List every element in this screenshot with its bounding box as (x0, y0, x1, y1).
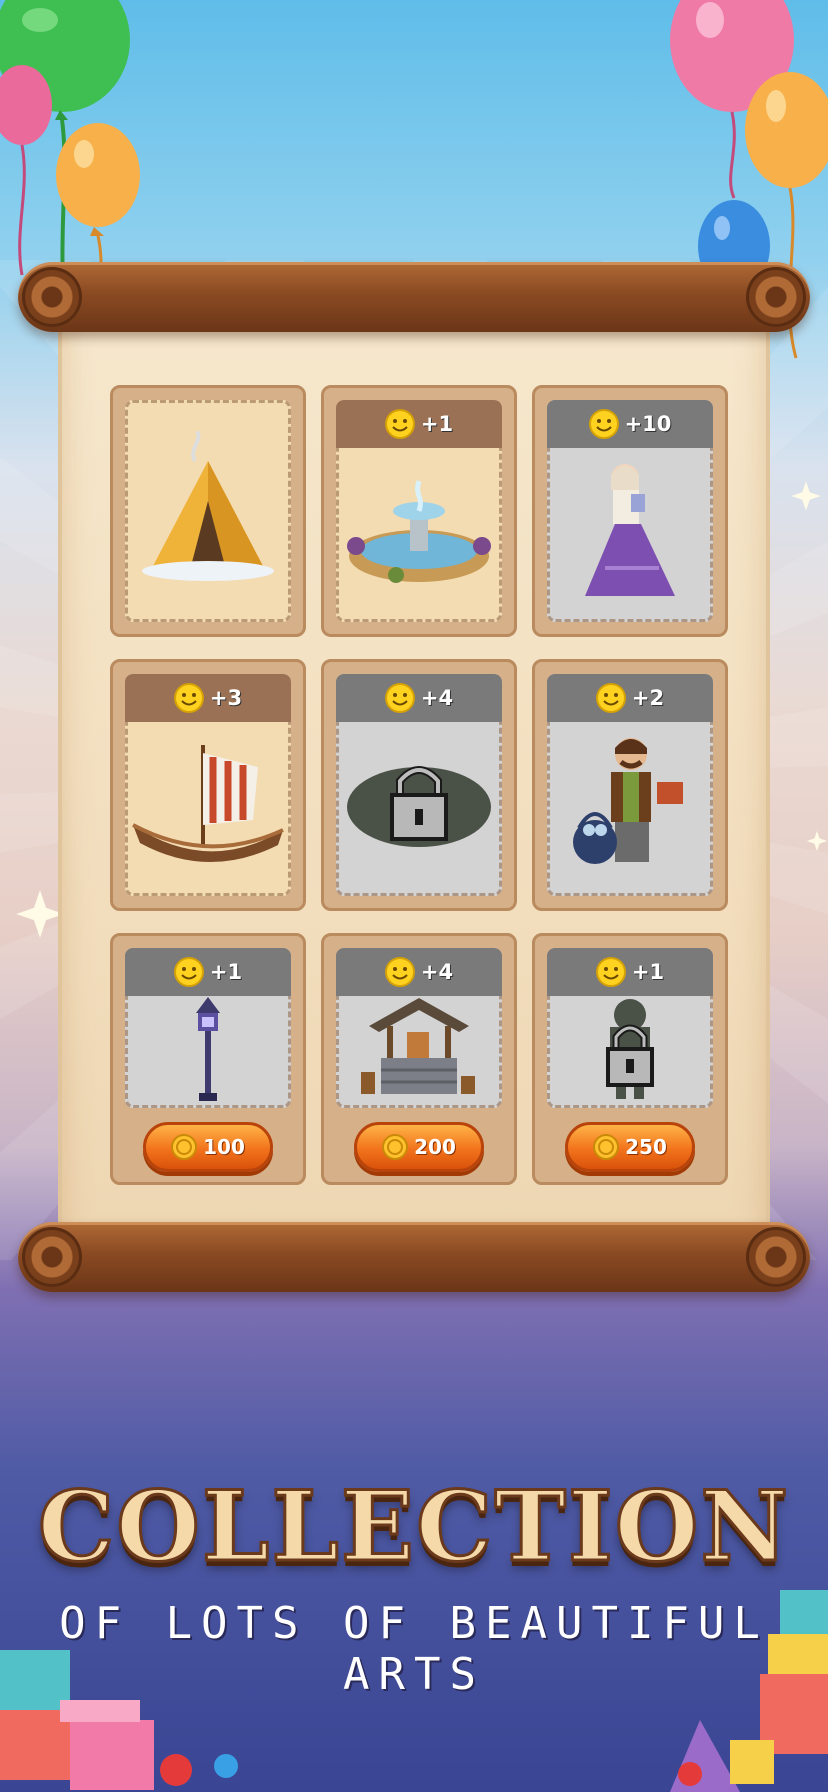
buy-button[interactable]: 200 (354, 1122, 484, 1172)
ship-art (125, 714, 291, 896)
bonus-value: +1 (209, 960, 243, 984)
card-frame (125, 400, 291, 622)
card-frame: +3 (125, 674, 291, 896)
collection-grid: +1 +10 +3 +4 +2 +1 100 +4 200 +1 250 (110, 385, 728, 1185)
card-frame: +1 (125, 948, 291, 1108)
merchant-card[interactable]: +2 (532, 659, 728, 911)
bonus-value: +4 (420, 686, 454, 710)
coin-icon (593, 1134, 620, 1160)
coin-icon (382, 1134, 409, 1160)
card-frame: +4 (336, 674, 502, 896)
smiley-icon (173, 957, 204, 987)
scroll-rod-top (18, 262, 810, 332)
coin-icon (171, 1134, 198, 1160)
merchant-art (547, 714, 713, 896)
price-value: 250 (625, 1135, 667, 1159)
price-value: 100 (203, 1135, 245, 1159)
lady-art (547, 440, 713, 622)
merchant-icon (573, 738, 683, 864)
smiley-icon (595, 683, 626, 713)
card-frame: +4 (336, 948, 502, 1108)
locked-art (547, 988, 713, 1108)
lamp-art (125, 988, 291, 1108)
buy-button[interactable]: 250 (565, 1122, 695, 1172)
lamp-card[interactable]: +1 100 (110, 933, 306, 1185)
bonus-value: +2 (631, 686, 665, 710)
scroll-rod-bottom (18, 1222, 810, 1292)
scroll-rod-end (746, 267, 806, 327)
smiley-icon (595, 957, 626, 987)
tent-art (125, 400, 291, 622)
lady-in-dress-icon (585, 464, 675, 596)
viking-ship-icon (132, 745, 284, 863)
fountain-art (336, 440, 502, 622)
locked-card[interactable]: +4 (321, 659, 517, 911)
bonus-value: +1 (631, 960, 665, 984)
locked-card[interactable]: +1 250 (532, 933, 728, 1185)
price-value: 200 (414, 1135, 456, 1159)
star-icon (791, 481, 821, 511)
locked-art (336, 714, 502, 896)
scroll-rod-end (22, 267, 82, 327)
well-icon (361, 997, 475, 1094)
well-art (336, 988, 502, 1108)
smiley-icon (173, 683, 204, 713)
tent-card[interactable] (110, 385, 306, 637)
smiley-icon (384, 409, 415, 439)
fountain-icon (347, 480, 491, 583)
toy-blocks-icon (0, 1650, 154, 1790)
lady-card[interactable]: +10 (532, 385, 728, 637)
lock-icon (606, 999, 654, 1099)
scroll-rod-end (746, 1227, 806, 1287)
toy-balls-icon (160, 1754, 702, 1786)
card-frame: +10 (547, 400, 713, 622)
bonus-value: +3 (209, 686, 243, 710)
page-title: COLLECTION (36, 1469, 791, 1585)
smiley-icon (588, 409, 619, 439)
ship-card[interactable]: +3 (110, 659, 306, 911)
card-frame: +1 (547, 948, 713, 1108)
scroll-rod-end (22, 1227, 82, 1287)
well-card[interactable]: +4 200 (321, 933, 517, 1185)
bonus-value: +1 (420, 412, 454, 436)
smiley-icon (384, 957, 415, 987)
smiley-icon (384, 683, 415, 713)
tent-icon (142, 431, 274, 581)
card-frame: +2 (547, 674, 713, 896)
fountain-card[interactable]: +1 (321, 385, 517, 637)
buy-button[interactable]: 100 (143, 1122, 273, 1172)
star-icon (806, 830, 828, 852)
card-frame: +1 (336, 400, 502, 622)
street-lamp-icon (196, 997, 220, 1101)
bonus-value: +10 (624, 412, 672, 436)
bonus-value: +4 (420, 960, 454, 984)
lock-icon (347, 766, 491, 847)
